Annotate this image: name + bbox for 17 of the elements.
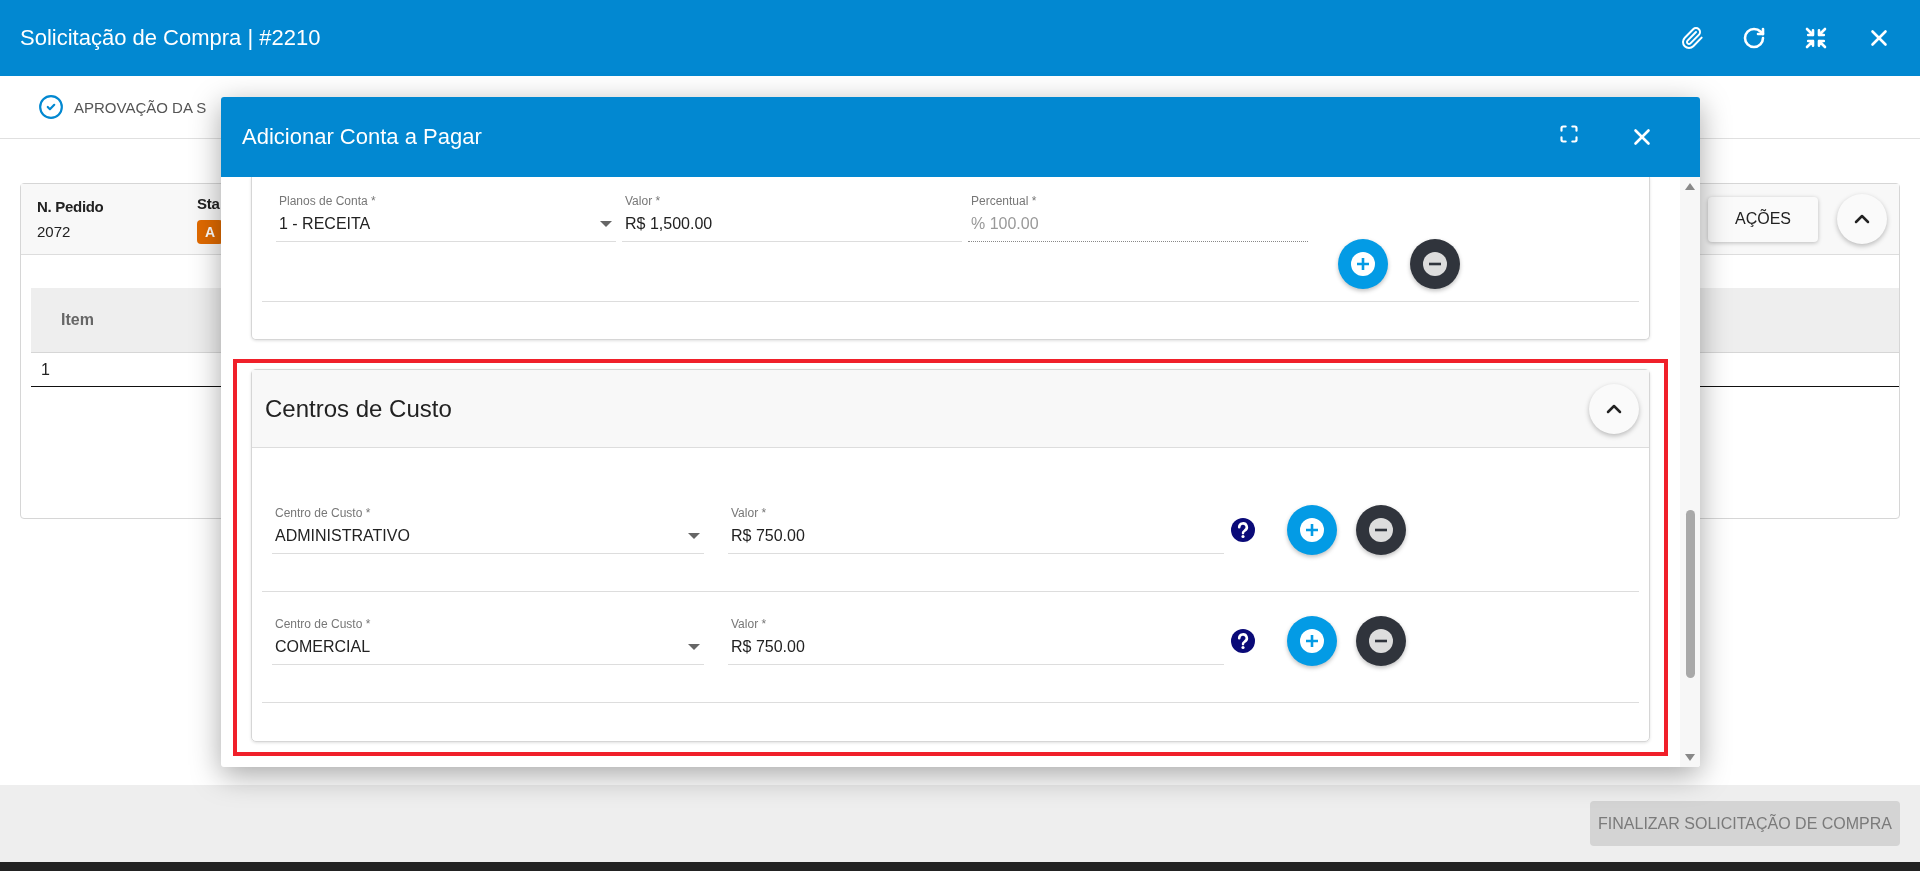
- field-label: Sta: [197, 194, 220, 212]
- dialog-title: Adicionar Conta a Pagar: [242, 124, 482, 150]
- section-title: Centros de Custo: [265, 394, 452, 423]
- field-label: N. Pedido: [37, 198, 104, 215]
- actions-button[interactable]: AÇÕES: [1708, 196, 1818, 242]
- value-field[interactable]: Valor * R$ 750.00: [728, 617, 1224, 665]
- window-title: Solicitação de Compra | #2210: [20, 25, 321, 51]
- column-header: Item: [61, 311, 94, 329]
- account-plan-dropdown[interactable]: Planos de Conta * 1 - RECEITA: [276, 194, 616, 242]
- step-label[interactable]: APROVAÇÃO DA S: [74, 98, 207, 116]
- value-field[interactable]: Valor * R$ 750.00: [728, 506, 1224, 554]
- value-field[interactable]: Valor * R$ 1,500.00: [622, 194, 962, 242]
- table-cell: 1: [41, 360, 50, 379]
- status-badge: A: [197, 219, 224, 244]
- cost-center-dropdown[interactable]: Centro de Custo * ADMINISTRATIVO: [272, 506, 704, 554]
- field-value: 2072: [37, 223, 71, 240]
- cost-center-dropdown[interactable]: Centro de Custo * COMERCIAL: [272, 617, 704, 665]
